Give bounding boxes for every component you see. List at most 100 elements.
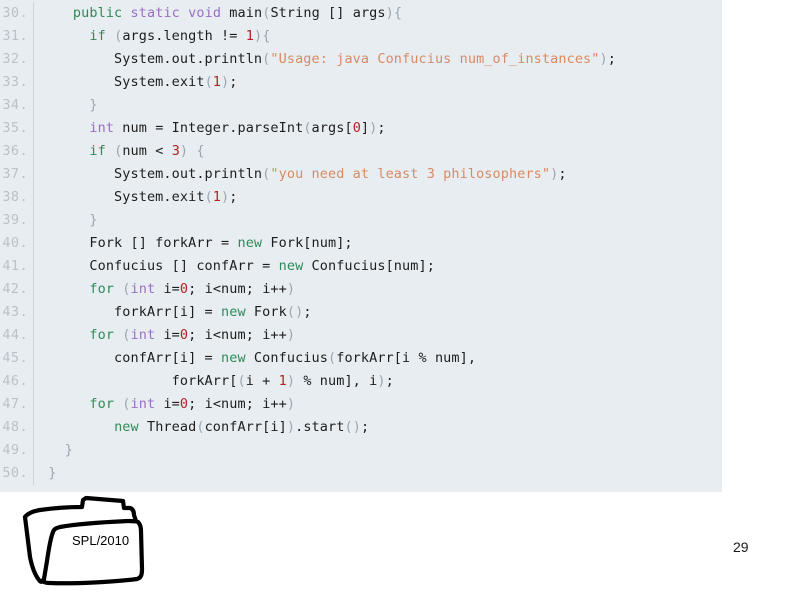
code-line: 47. for (int i=0; i<num; i++) (0, 393, 722, 416)
code-token: ; (607, 51, 616, 67)
line-number: 38. (0, 186, 34, 209)
code-line: 35. int num = Integer.parseInt(args[0]); (0, 117, 722, 140)
code-line-text: for (int i=0; i<num; i++) (34, 393, 295, 416)
code-token: % num], i (295, 373, 378, 389)
code-token: ; (377, 120, 386, 136)
code-token: if (89, 28, 106, 44)
code-token: Confucius (245, 350, 328, 366)
code-line-text: public static void main(String [] args){ (34, 2, 402, 25)
code-line: 49. } (0, 439, 722, 462)
code-line: 39. } (0, 209, 722, 232)
code-token: { (196, 143, 205, 159)
code-token: Confucius[num]; (303, 258, 435, 274)
code-token: System.out.println (40, 166, 263, 182)
code-block: 30. public static void main(String [] ar… (0, 0, 722, 492)
code-line: 48. new Thread(confArr[i]).start(); (0, 416, 722, 439)
code-token: } (48, 465, 57, 481)
code-line: 42. for (int i=0; i<num; i++) (0, 278, 722, 301)
code-token: ) (286, 373, 296, 389)
code-line: 43. forkArr[i] = new Fork(); (0, 301, 722, 324)
logo-label: SPL/2010 (72, 533, 130, 548)
code-token: ( (327, 350, 337, 366)
code-line-text: Fork [] forkArr = new Fork[num]; (34, 232, 353, 255)
line-number: 44. (0, 324, 34, 347)
code-token: ; (229, 189, 238, 205)
code-token: ) (286, 396, 296, 412)
code-line-text: System.exit(1); (34, 186, 238, 209)
line-number: 50. (0, 462, 34, 485)
code-token: new (221, 350, 246, 366)
line-number: 35. (0, 117, 34, 140)
code-token: ) (179, 143, 189, 159)
line-number: 46. (0, 370, 34, 393)
code-token: ; (303, 304, 312, 320)
code-token: static (130, 5, 180, 21)
code-token: System.out.println (40, 51, 263, 67)
code-line: 50. } (0, 462, 722, 485)
code-token: ; (229, 74, 238, 90)
code-line-text: System.exit(1); (34, 71, 238, 94)
code-token: () (286, 304, 304, 320)
code-token: ] (360, 120, 370, 136)
code-token: int (130, 396, 156, 412)
code-token: confArr[i] = (40, 350, 222, 366)
code-token: 1 (278, 373, 287, 389)
line-number: 33. (0, 71, 34, 94)
line-number: 43. (0, 301, 34, 324)
code-line-text: } (34, 462, 56, 485)
code-token: 0 (179, 396, 189, 412)
line-number: 37. (0, 163, 34, 186)
code-line-text: forkArr[(i + 1) % num], i); (34, 370, 394, 393)
code-token: i + (245, 373, 279, 389)
code-token: i= (155, 281, 180, 297)
line-number: 40. (0, 232, 34, 255)
code-token: } (64, 442, 73, 458)
line-number: 30. (0, 2, 34, 25)
line-number: 39. (0, 209, 34, 232)
line-number: 47. (0, 393, 34, 416)
code-token: ( (196, 419, 205, 435)
code-line-text: for (int i=0; i<num; i++) (34, 278, 295, 301)
code-token: new (114, 419, 139, 435)
code-line-text: new Thread(confArr[i]).start(); (34, 416, 369, 439)
line-number: 48. (0, 416, 34, 439)
code-token: num = Integer.parseInt (114, 120, 304, 136)
code-line: 38. System.exit(1); (0, 186, 722, 209)
code-token: for (89, 327, 115, 343)
line-number: 41. (0, 255, 34, 278)
code-line: 44. for (int i=0; i<num; i++) (0, 324, 722, 347)
code-token: ; i<num; i++ (188, 327, 287, 343)
code-token: ; (385, 373, 394, 389)
line-number: 31. (0, 25, 34, 48)
code-token: ( (122, 396, 131, 412)
code-line: 46. forkArr[(i + 1) % num], i); (0, 370, 722, 393)
code-line: 34. } (0, 94, 722, 117)
code-token: Fork[num]; (262, 235, 353, 251)
code-token: if (89, 143, 106, 159)
code-token: ) (286, 281, 296, 297)
code-token: } (89, 212, 98, 228)
code-token: 1 (212, 189, 222, 205)
code-token: () (344, 419, 361, 435)
code-line-text: } (34, 94, 98, 117)
code-token: i= (155, 327, 180, 343)
code-token: ) (286, 327, 296, 343)
code-token: ) (385, 5, 394, 21)
code-token: ( (303, 120, 312, 136)
code-token: for (89, 396, 115, 412)
line-number: 45. (0, 347, 34, 370)
code-token: ; i<num; i++ (188, 281, 287, 297)
code-token: System.exit (40, 74, 205, 90)
code-line: 32. System.out.println("Usage: java Conf… (0, 48, 722, 71)
line-number: 36. (0, 140, 34, 163)
code-token: 1 (245, 28, 254, 44)
line-number: 32. (0, 48, 34, 71)
